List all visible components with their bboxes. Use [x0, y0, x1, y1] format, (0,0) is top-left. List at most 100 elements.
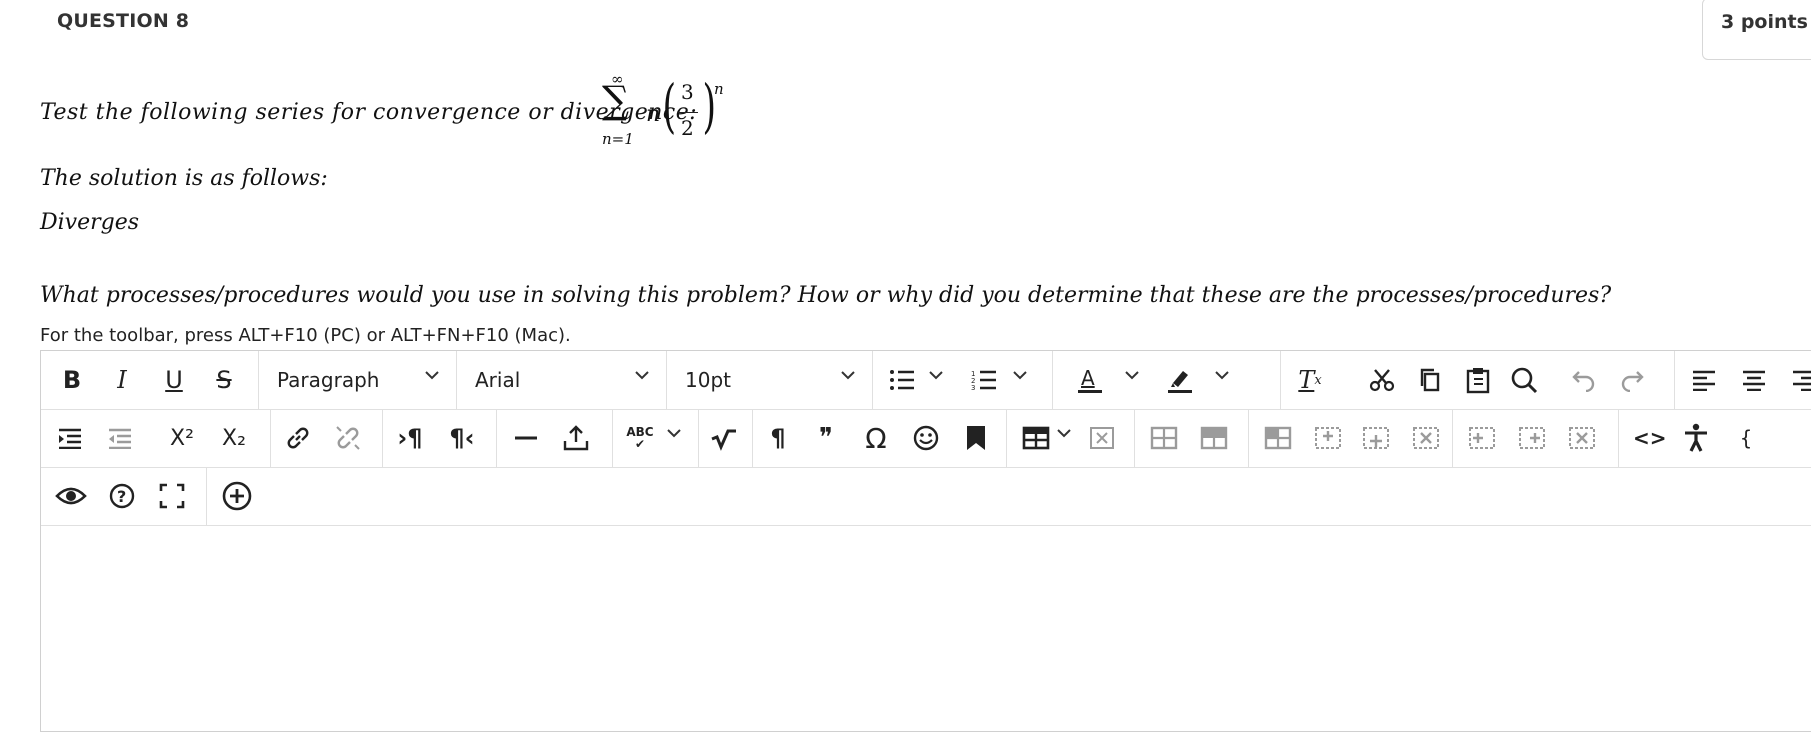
- insert-col-after-button[interactable]: [1517, 423, 1547, 453]
- math-editor-button[interactable]: [709, 423, 739, 453]
- toolbar-group-table: [1007, 409, 1135, 467]
- table-row-icon: [1200, 426, 1228, 450]
- chevron-down-icon[interactable]: [1215, 370, 1229, 382]
- align-center-icon: [1743, 370, 1765, 391]
- chevron-down-icon: [635, 370, 649, 382]
- emoticon-button[interactable]: [911, 423, 941, 453]
- accessibility-button[interactable]: [1681, 423, 1711, 453]
- insert-file-button[interactable]: [561, 423, 591, 453]
- toolbar-group-table-props: [1135, 409, 1249, 467]
- toolbar-group-more: [207, 467, 269, 525]
- editor-content-area[interactable]: [41, 526, 1811, 726]
- toolbar-group-font: Arial: [457, 351, 667, 409]
- series-term: n: [646, 102, 661, 127]
- redo-button[interactable]: [1617, 365, 1647, 395]
- chevron-down-icon[interactable]: [929, 370, 943, 382]
- align-right-button[interactable]: [1789, 365, 1811, 395]
- undo-icon: [1572, 371, 1595, 392]
- font-family-select[interactable]: Arial: [475, 365, 520, 395]
- chevron-down-icon[interactable]: [1013, 370, 1027, 382]
- series-lower-limit: n=1: [602, 130, 634, 148]
- outdent-icon: [109, 428, 131, 449]
- insert-row-before-button[interactable]: [1313, 423, 1343, 453]
- italic-button[interactable]: I: [107, 365, 137, 395]
- insert-row-after-button[interactable]: [1361, 423, 1391, 453]
- toolbar-group-special: ¶ ❞ Ω: [753, 409, 1007, 467]
- toolbar-group-spellcheck: ABC ✔: [613, 409, 699, 467]
- chevron-down-icon[interactable]: [667, 428, 681, 440]
- align-left-button[interactable]: [1689, 365, 1719, 395]
- indent-button[interactable]: [55, 423, 85, 453]
- insert-table-button[interactable]: [1021, 423, 1051, 453]
- delete-col-button[interactable]: [1567, 423, 1597, 453]
- highlight-color-button[interactable]: [1165, 365, 1195, 395]
- unlink-button[interactable]: [333, 423, 363, 453]
- superscript-button[interactable]: X²: [167, 423, 197, 453]
- numbered-list-button[interactable]: 123: [969, 365, 999, 395]
- series-numerator: 3: [681, 80, 694, 104]
- fullscreen-icon: [159, 483, 185, 509]
- accessibility-icon: [1685, 423, 1707, 452]
- delete-row-button[interactable]: [1411, 423, 1441, 453]
- paragraph-mark-button[interactable]: ¶: [763, 423, 793, 453]
- paragraph-format-select[interactable]: Paragraph: [277, 365, 379, 395]
- undo-button[interactable]: [1569, 365, 1599, 395]
- bookmark-button[interactable]: [961, 423, 991, 453]
- table-row-props-button[interactable]: [1199, 423, 1229, 453]
- add-content-button[interactable]: [221, 481, 253, 511]
- underline-button[interactable]: U: [159, 365, 189, 395]
- source-code-button[interactable]: <>: [1633, 423, 1667, 453]
- chevron-down-icon[interactable]: [1057, 428, 1071, 440]
- fullscreen-button[interactable]: [157, 481, 187, 511]
- toolbar-group-math: [699, 409, 753, 467]
- toolbar-group-code: <> {: [1619, 409, 1811, 467]
- strikethrough-button[interactable]: S: [209, 365, 239, 395]
- cut-button[interactable]: [1367, 365, 1397, 395]
- series-exponent: n: [714, 80, 724, 98]
- paste-button[interactable]: [1463, 365, 1493, 395]
- copy-button[interactable]: [1415, 365, 1445, 395]
- help-icon: ?: [109, 483, 135, 509]
- clipboard-icon: [1466, 368, 1490, 394]
- text-color-button[interactable]: A: [1075, 365, 1105, 395]
- delete-row-icon: [1413, 427, 1439, 449]
- cell-properties-button[interactable]: [1263, 423, 1293, 453]
- toolbar-row-2: X² X₂ ›¶ ¶‹ ABC ✔ ¶ ❞ Ω <> {: [41, 409, 1811, 468]
- ltr-direction-button[interactable]: ›¶: [395, 423, 425, 453]
- points-badge: 3 points: [1702, 0, 1811, 60]
- subscript-button[interactable]: X₂: [219, 423, 249, 453]
- toolbar-group-view: ?: [41, 467, 207, 525]
- toolbar-group-clipboard: Tx: [1281, 351, 1675, 409]
- outdent-button[interactable]: [105, 423, 135, 453]
- bold-button[interactable]: B: [57, 365, 87, 395]
- chevron-down-icon[interactable]: [1125, 370, 1139, 382]
- solution-text: Diverges: [40, 210, 140, 235]
- preview-button[interactable]: [55, 481, 87, 511]
- question-text: What processes/procedures would you use …: [40, 283, 1612, 308]
- spellcheck-button[interactable]: ABC ✔: [625, 423, 655, 453]
- align-center-button[interactable]: [1739, 365, 1769, 395]
- table-properties-icon: [1150, 426, 1178, 450]
- square-root-icon: [711, 429, 736, 451]
- horizontal-line-button[interactable]: [511, 423, 541, 453]
- blockquote-button[interactable]: ❞: [811, 423, 841, 453]
- rtl-direction-button[interactable]: ¶‹: [447, 423, 477, 453]
- special-character-button[interactable]: Ω: [861, 422, 891, 455]
- delete-table-button[interactable]: [1087, 423, 1117, 453]
- table-icon: [1022, 426, 1050, 450]
- insert-column-after-icon: [1519, 427, 1545, 449]
- bookmark-icon: [967, 426, 985, 450]
- insert-link-button[interactable]: [283, 423, 313, 453]
- find-replace-button[interactable]: [1509, 365, 1539, 395]
- bullet-list-button[interactable]: [887, 365, 917, 395]
- insert-column-before-icon: [1469, 427, 1495, 449]
- code-sample-button[interactable]: {: [1731, 423, 1761, 453]
- clear-formatting-button[interactable]: Tx: [1295, 365, 1325, 395]
- table-properties-button[interactable]: [1149, 423, 1179, 453]
- insert-row-after-icon: [1363, 427, 1389, 449]
- insert-col-before-button[interactable]: [1467, 423, 1497, 453]
- help-button[interactable]: ?: [107, 481, 137, 511]
- svg-text:3: 3: [971, 384, 975, 391]
- delete-column-icon: [1569, 427, 1595, 449]
- font-size-select[interactable]: 10pt: [685, 365, 731, 395]
